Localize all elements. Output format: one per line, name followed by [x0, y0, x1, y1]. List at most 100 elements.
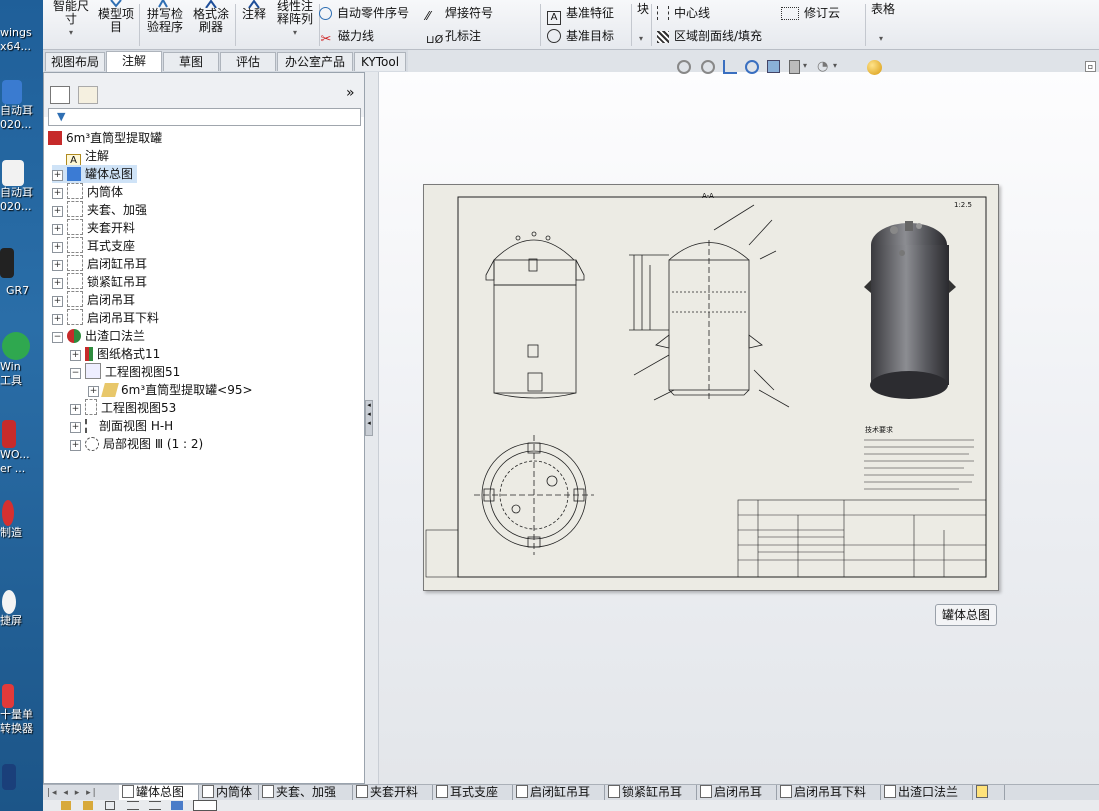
tree-item-drawing-view[interactable]: + 工程图视图53: [70, 399, 176, 417]
expand-icon[interactable]: +: [70, 440, 81, 451]
expand-icon[interactable]: +: [70, 350, 81, 361]
folder-icon[interactable]: [61, 801, 71, 810]
tree-item-sheet[interactable]: + 夹套、加强: [52, 201, 147, 219]
desktop-icon[interactable]: 十量单 转换器: [0, 684, 43, 736]
restore-pane-icon[interactable]: ▫: [1085, 61, 1096, 72]
sheet-tab[interactable]: 夹套、加强: [259, 785, 353, 801]
rebuild-icon[interactable]: [745, 60, 759, 74]
expand-icon[interactable]: +: [52, 224, 63, 235]
model-items-button[interactable]: 模型项 目: [95, 0, 137, 34]
tree-item-sheet-main[interactable]: + 罐体总图: [52, 165, 138, 183]
tree-item-sheet[interactable]: + 启闭缸吊耳: [52, 255, 147, 273]
edit-icon[interactable]: [105, 801, 115, 810]
dropdown-arrow-icon[interactable]: ▾: [51, 26, 91, 39]
expand-icon[interactable]: +: [52, 242, 63, 253]
tab-kytool[interactable]: KYTool: [354, 52, 406, 71]
list-icon[interactable]: [149, 801, 161, 810]
block-button[interactable]: 块: [637, 0, 649, 18]
collapse-panel-icon[interactable]: »: [346, 85, 355, 101]
add-sheet-tab[interactable]: [973, 785, 1005, 801]
tree-item-sheet[interactable]: + 内筒体: [52, 183, 123, 201]
view-orientation-icon[interactable]: [767, 60, 780, 73]
expand-icon[interactable]: +: [52, 260, 63, 271]
desktop-icon[interactable]: 捷屏: [0, 590, 43, 628]
dropdown-arrow-icon[interactable]: ▾: [803, 61, 807, 70]
desktop-icon[interactable]: WO... er ...: [0, 420, 43, 476]
display-icon[interactable]: [193, 800, 217, 811]
collapse-icon[interactable]: −: [70, 368, 81, 379]
format-painter-button[interactable]: 格式涂 刷器: [189, 0, 233, 34]
tree-item-sheet[interactable]: + 启闭吊耳: [52, 291, 135, 309]
previous-view-icon[interactable]: [723, 60, 737, 74]
desktop-icon[interactable]: 自动耳 020...: [0, 80, 43, 132]
tab-evaluate[interactable]: 评估: [220, 52, 276, 71]
splitter-grip-icon[interactable]: ◂ ◂ ◂: [365, 400, 373, 436]
property-tab-icon[interactable]: [78, 86, 98, 104]
sheet-tab[interactable]: 启闭缸吊耳: [513, 785, 605, 801]
table-button[interactable]: 表格: [871, 0, 895, 18]
expand-icon[interactable]: +: [52, 314, 63, 325]
sheet-tab[interactable]: 出渣口法兰: [881, 785, 973, 801]
desktop-icon[interactable]: wings x64...: [0, 26, 43, 54]
centerline-button[interactable]: 中心线: [657, 4, 710, 22]
appearance-icon[interactable]: [867, 60, 882, 75]
datum-target-button[interactable]: 基准目标: [547, 27, 614, 45]
tree-item-detail-view[interactable]: + 局部视图 Ⅲ (1 : 2): [70, 435, 203, 453]
tree-item-sheet[interactable]: + 锁紧缸吊耳: [52, 273, 147, 291]
tree-item-sheet[interactable]: + 耳式支座: [52, 237, 135, 255]
list-icon[interactable]: [127, 801, 139, 810]
tree-item-model[interactable]: +6m³直筒型提取罐<95>: [88, 381, 253, 399]
tree-root[interactable]: 6m³直筒型提取罐: [48, 129, 162, 147]
panel-splitter[interactable]: ◂ ◂ ◂: [365, 72, 379, 784]
spell-check-button[interactable]: 拼写检 验程序: [143, 0, 187, 34]
expand-icon[interactable]: +: [52, 170, 63, 181]
tree-item-drawing-view[interactable]: − 工程图视图51: [70, 363, 180, 381]
revision-cloud-button[interactable]: 修订云: [781, 4, 840, 22]
tree-item-sheet[interactable]: + 启闭吊耳下料: [52, 309, 159, 327]
display-style-icon[interactable]: [789, 60, 800, 74]
desktop-icon[interactable]: Win 工具: [0, 332, 43, 388]
magnetic-line-button[interactable]: ✂ 磁力线: [319, 27, 374, 47]
note-button[interactable]: 注释: [239, 0, 269, 21]
hole-callout-button[interactable]: ⊔Ø 孔标注: [426, 27, 481, 46]
expand-icon[interactable]: +: [52, 206, 63, 217]
tree-item-sheet-format[interactable]: + 图纸格式11: [70, 345, 160, 363]
sheet-tab[interactable]: 锁紧缸吊耳: [605, 785, 697, 801]
sheet-tab[interactable]: 内筒体: [199, 785, 259, 801]
tree-filter-field[interactable]: ▼: [48, 108, 361, 126]
smart-dimension-button[interactable]: 智能尺 寸 ▾: [51, 0, 91, 39]
linear-note-pattern-button[interactable]: 线性注 释阵列 ▾: [273, 0, 317, 39]
tab-annotation[interactable]: 注解: [106, 51, 162, 72]
window-icon[interactable]: [171, 801, 183, 810]
zoom-area-icon[interactable]: [701, 60, 715, 74]
tab-sketch[interactable]: 草图: [163, 52, 219, 71]
tree-item-sheet-open[interactable]: − 出渣口法兰: [52, 327, 145, 345]
feature-tree-tab-icon[interactable]: [50, 86, 70, 104]
expand-icon[interactable]: +: [70, 422, 81, 433]
sheet-tab[interactable]: 启闭吊耳下料: [777, 785, 881, 801]
open-icon[interactable]: [83, 801, 93, 810]
tree-item-sheet[interactable]: + 夹套开料: [52, 219, 135, 237]
tree-item-annotations[interactable]: A 注解: [66, 147, 109, 169]
collapse-icon[interactable]: −: [52, 332, 63, 343]
dropdown-arrow-icon[interactable]: ▾: [273, 26, 317, 39]
sheet-tab[interactable]: 耳式支座: [433, 785, 513, 801]
weld-symbol-button[interactable]: ⁄⁄ 焊接符号: [426, 4, 493, 23]
dropdown-arrow-icon[interactable]: ▾: [639, 30, 643, 48]
expand-icon[interactable]: +: [52, 278, 63, 289]
datum-feature-button[interactable]: A 基准特征: [547, 4, 614, 25]
tree-item-section-view[interactable]: + 剖面视图 H-H: [70, 417, 173, 435]
area-hatch-button[interactable]: 区域剖面线/填充: [657, 27, 762, 45]
sheet-name-label[interactable]: 罐体总图: [935, 604, 998, 626]
desktop-icon[interactable]: GR7: [0, 248, 43, 297]
tab-view-layout[interactable]: 视图布局: [45, 52, 105, 71]
dropdown-arrow-icon[interactable]: ▾: [833, 61, 837, 70]
expand-icon[interactable]: +: [88, 386, 99, 397]
expand-icon[interactable]: +: [52, 296, 63, 307]
hide-show-icon[interactable]: ◔: [817, 59, 828, 74]
dropdown-arrow-icon[interactable]: ▾: [879, 30, 883, 48]
expand-icon[interactable]: +: [70, 404, 81, 415]
sheet-tab[interactable]: 启闭吊耳: [697, 785, 777, 801]
desktop-icon[interactable]: 制造: [0, 500, 43, 540]
desktop-icon[interactable]: [0, 764, 43, 790]
